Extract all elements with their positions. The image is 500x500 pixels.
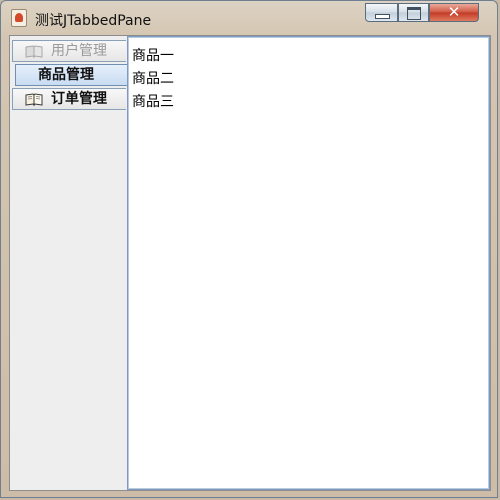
tab-product-management[interactable]: 商品管理 bbox=[15, 64, 127, 86]
tab-label: 订单管理 bbox=[51, 91, 107, 107]
tab-strip: 用户管理 商品管理 订单管理 bbox=[10, 36, 127, 490]
window-title: 测试JTabbedPane bbox=[35, 13, 152, 29]
close-button[interactable]: ✕ bbox=[429, 3, 479, 22]
java-coffee-icon bbox=[11, 9, 27, 27]
list-item[interactable]: 商品一 bbox=[132, 45, 174, 68]
tab-order-management[interactable]: 订单管理 bbox=[12, 88, 126, 110]
tab-content-panel: 商品一 商品二 商品三 bbox=[127, 36, 490, 490]
minimize-button[interactable] bbox=[365, 3, 398, 22]
tab-label: 商品管理 bbox=[38, 67, 94, 83]
maximize-button[interactable] bbox=[398, 3, 429, 22]
list-item[interactable]: 商品三 bbox=[132, 91, 174, 114]
close-icon: ✕ bbox=[447, 3, 461, 21]
book-icon bbox=[25, 93, 43, 106]
tab-label: 用户管理 bbox=[51, 43, 107, 59]
book-icon bbox=[25, 45, 43, 58]
tab-user-management[interactable]: 用户管理 bbox=[12, 40, 126, 62]
product-list: 商品一 商品二 商品三 bbox=[132, 45, 174, 114]
list-item[interactable]: 商品二 bbox=[132, 68, 174, 91]
application-window: 测试JTabbedPane ✕ 用户管理 商品管理 订单管理 商品一 商品二 商… bbox=[0, 0, 498, 498]
title-bar[interactable]: 测试JTabbedPane ✕ bbox=[1, 1, 499, 35]
tabbed-pane: 用户管理 商品管理 订单管理 商品一 商品二 商品三 bbox=[9, 35, 491, 491]
minimize-icon bbox=[375, 14, 390, 19]
maximize-icon bbox=[407, 7, 421, 20]
